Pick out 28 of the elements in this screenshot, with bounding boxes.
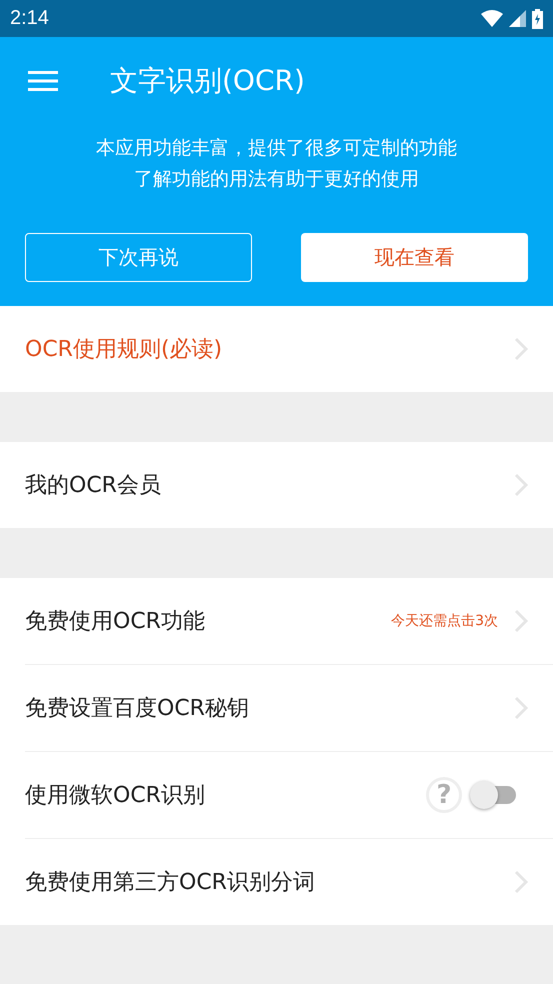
row-label: 我的OCR会员	[25, 472, 161, 500]
wifi-icon	[481, 10, 503, 27]
chevron-icon	[514, 609, 528, 633]
settings-row[interactable]: 免费使用OCR功能 今天还需点击3次	[0, 578, 553, 664]
settings-row[interactable]: 使用微软OCR识别 ?	[25, 751, 553, 838]
row-label: OCR使用规则(必读)	[25, 336, 222, 364]
app-title: 文字识别(OCR)	[110, 63, 305, 99]
banner-message: 本应用功能丰富，提供了很多可定制的功能	[95, 136, 458, 161]
remaining-clicks-note: 今天还需点击3次	[391, 612, 498, 630]
signal-icon	[509, 10, 526, 27]
status-time: 2:14	[10, 7, 49, 30]
row-label: 使用微软OCR识别	[25, 782, 205, 810]
view-now-button[interactable]: 现在查看	[301, 233, 528, 282]
row-label: 免费使用OCR功能	[25, 608, 205, 636]
battery-icon	[532, 8, 543, 28]
chevron-icon	[514, 473, 528, 497]
settings-row[interactable]: OCR使用规则(必读)	[0, 306, 553, 392]
row-label: 免费设置百度OCR秘钥	[25, 695, 249, 723]
settings-row[interactable]: 我的OCR会员	[0, 442, 553, 528]
row-label: 免费使用第三方OCR识别分词	[25, 869, 315, 897]
chevron-icon	[514, 870, 528, 894]
menu-icon[interactable]	[28, 70, 58, 92]
settings-row[interactable]: 免费设置百度OCR秘钥	[25, 664, 553, 751]
chevron-icon	[514, 337, 528, 361]
chevron-icon	[514, 696, 528, 720]
banner-message: 了解功能的用法有助于更好的使用	[133, 167, 420, 192]
settings-row[interactable]: 免费使用第三方OCR识别分词	[25, 838, 553, 925]
toggle-switch[interactable]	[470, 779, 516, 811]
